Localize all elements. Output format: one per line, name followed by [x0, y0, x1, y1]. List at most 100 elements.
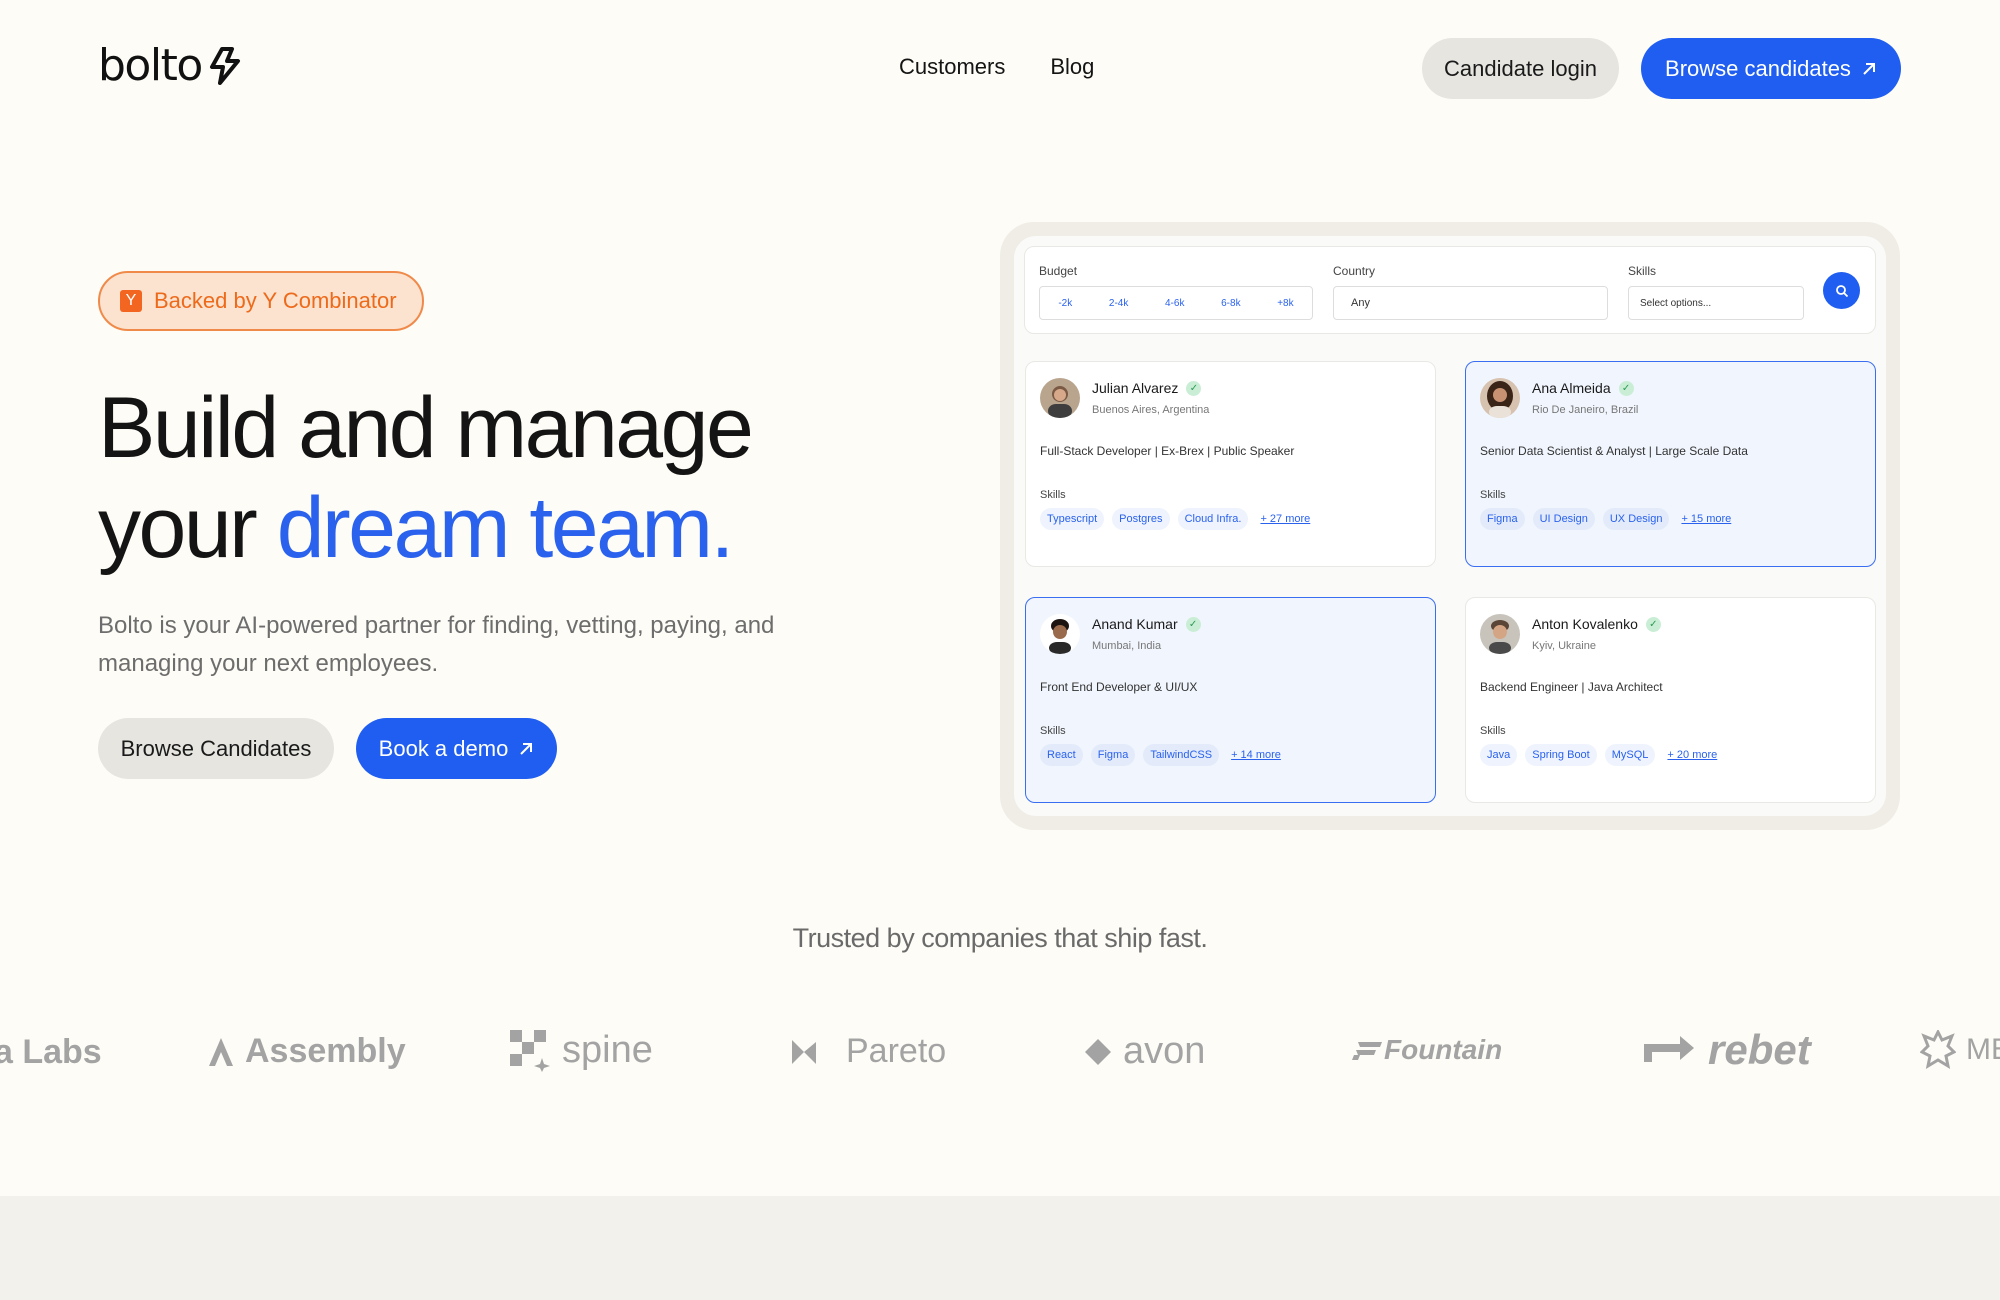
- pareto-logo-text: Pareto: [846, 1032, 947, 1070]
- verified-check-icon: ✓: [1618, 380, 1634, 396]
- candidate-name: Anton Kovalenko: [1532, 616, 1638, 632]
- nav-link-blog[interactable]: Blog: [1050, 54, 1094, 80]
- spine-logo: spine: [508, 1028, 653, 1072]
- more-skills-link[interactable]: + 20 more: [1667, 749, 1717, 761]
- logo-text: bolto: [98, 40, 203, 91]
- fountain-logo: Fountain: [1352, 1034, 1502, 1066]
- yc-badge: Y Backed by Y Combinator: [98, 271, 424, 331]
- headline-accent: dream team.: [276, 480, 735, 576]
- candidate-name: Anand Kumar: [1092, 616, 1178, 632]
- more-skills-link[interactable]: + 27 more: [1260, 513, 1310, 525]
- hero-subtext: Bolto is your AI-powered partner for fin…: [98, 612, 775, 677]
- customer-logos: a Labs Assembly spine Pareto avon Founta…: [0, 1018, 2000, 1088]
- arrow-up-right-icon: [1863, 62, 1875, 75]
- skills-heading: Skills: [1480, 725, 1506, 737]
- candidate-title: Full-Stack Developer | Ex-Brex | Public …: [1040, 444, 1295, 458]
- country-value: Any: [1351, 297, 1370, 309]
- book-demo-label: Book a demo: [378, 735, 509, 761]
- spine-icon: [510, 1030, 550, 1072]
- assembly-logo: Assembly: [207, 1032, 406, 1071]
- search-icon: [1835, 284, 1848, 297]
- labs-logo: a Labs: [0, 1033, 102, 1072]
- bolto-logo[interactable]: bolto: [98, 40, 242, 91]
- candidate-card[interactable]: Julian Alvarez ✓ Buenos Aires, Argentina …: [1025, 361, 1436, 567]
- candidate-title: Senior Data Scientist & Analyst | Large …: [1480, 444, 1748, 458]
- browse-candidates-label: Browse Candidates: [120, 735, 312, 761]
- fountain-logo-text: Fountain: [1384, 1034, 1503, 1065]
- candidate-name-row: Anand Kumar ✓: [1092, 616, 1201, 632]
- more-skills-link[interactable]: + 15 more: [1681, 513, 1731, 525]
- me-logo-text: ME: [1966, 1033, 2000, 1066]
- labs-logo-text: a Labs: [0, 1033, 102, 1071]
- budget-option[interactable]: 4-6k: [1165, 298, 1184, 309]
- lightning-bolt-icon: [209, 46, 240, 85]
- skill-chips: Typescript Postgres Cloud Infra. + 27 mo…: [1040, 508, 1310, 530]
- headline-line2-plain: your: [98, 480, 277, 576]
- assembly-icon: [209, 1037, 233, 1066]
- browse-candidates-nav-button[interactable]: Browse candidates: [1641, 38, 1901, 99]
- repeat-arrows-icon: [1644, 1036, 1694, 1062]
- next-section: [0, 1196, 2000, 1300]
- skill-chip: Spring Boot: [1525, 744, 1597, 766]
- skill-chips: Figma UI Design UX Design + 15 more: [1480, 508, 1731, 530]
- avon-logo-text: avon: [1123, 1030, 1206, 1072]
- assembly-logo-text: Assembly: [245, 1032, 406, 1070]
- candidate-login-button[interactable]: Candidate login: [1422, 38, 1619, 99]
- candidate-name-row: Anton Kovalenko ✓: [1532, 616, 1661, 632]
- y-combinator-icon: Y: [120, 290, 142, 312]
- budget-option[interactable]: 2-4k: [1109, 298, 1128, 309]
- pareto-logo: Pareto: [790, 1032, 946, 1071]
- budget-label: Budget: [1039, 264, 1078, 278]
- skill-chip: Figma: [1090, 744, 1136, 766]
- budget-option[interactable]: +8k: [1277, 298, 1293, 309]
- skill-chip: UI Design: [1532, 508, 1595, 530]
- candidate-name: Julian Alvarez: [1092, 380, 1179, 396]
- verified-check-icon: ✓: [1645, 616, 1661, 632]
- avatar: [1480, 378, 1520, 418]
- candidate-card[interactable]: Anand Kumar ✓ Mumbai, India Front End Dev…: [1025, 597, 1436, 803]
- search-button[interactable]: [1823, 272, 1860, 309]
- avatar: [1040, 378, 1080, 418]
- skill-chip: React: [1040, 744, 1083, 766]
- rebet-logo: rebet: [1640, 1026, 1811, 1074]
- candidate-location: Rio De Janeiro, Brazil: [1532, 404, 1639, 416]
- candidate-location: Kyiv, Ukraine: [1532, 640, 1596, 652]
- skills-heading: Skills: [1040, 725, 1066, 737]
- candidate-title: Backend Engineer | Java Architect: [1480, 680, 1663, 694]
- avatar: [1480, 614, 1520, 654]
- more-skills-link[interactable]: + 14 more: [1231, 749, 1281, 761]
- candidate-location: Buenos Aires, Argentina: [1092, 404, 1210, 416]
- budget-option[interactable]: 6-8k: [1221, 298, 1240, 309]
- skill-chip: TailwindCSS: [1143, 744, 1220, 766]
- browse-candidates-button[interactable]: Browse Candidates: [98, 718, 334, 779]
- skill-chip: Typescript: [1040, 508, 1105, 530]
- candidate-name-row: Ana Almeida ✓: [1532, 380, 1634, 396]
- skills-label: Skills: [1628, 264, 1657, 278]
- skill-chip: UX Design: [1602, 508, 1670, 530]
- rebet-logo-text: rebet: [1708, 1026, 1811, 1073]
- headline-line1: Build and manage: [98, 380, 754, 476]
- fountain-icon: [1352, 1042, 1382, 1060]
- country-select[interactable]: Any: [1333, 286, 1608, 320]
- skills-placeholder: Select options...: [1640, 297, 1712, 309]
- nav-link-customers[interactable]: Customers: [899, 54, 1005, 80]
- hero-headline: Build and manage your dream team.: [98, 378, 754, 578]
- candidate-title: Front End Developer & UI/UX: [1040, 680, 1198, 694]
- budget-selector[interactable]: -2k 2-4k 4-6k 6-8k +8k: [1039, 286, 1313, 320]
- yc-badge-text: Backed by Y Combinator: [154, 288, 397, 313]
- candidate-card[interactable]: Ana Almeida ✓ Rio De Janeiro, Brazil Seni…: [1465, 361, 1876, 567]
- skill-chip: Figma: [1480, 508, 1525, 530]
- verified-check-icon: ✓: [1185, 616, 1201, 632]
- emblem-icon: [1920, 1030, 1956, 1070]
- skill-chips: React Figma TailwindCSS + 14 more: [1040, 744, 1281, 766]
- candidate-login-label: Candidate login: [1444, 55, 1597, 81]
- book-demo-button[interactable]: Book a demo: [356, 718, 557, 779]
- skills-select[interactable]: Select options...: [1628, 286, 1804, 320]
- budget-option[interactable]: -2k: [1058, 298, 1072, 309]
- spine-logo-text: spine: [562, 1028, 653, 1071]
- diamond-icon: [1085, 1038, 1111, 1065]
- skill-chip: MySQL: [1604, 744, 1656, 766]
- candidate-card[interactable]: Anton Kovalenko ✓ Kyiv, Ukraine Backend E…: [1465, 597, 1876, 803]
- arrow-up-right-icon: [520, 742, 533, 755]
- skill-chip: Postgres: [1112, 508, 1170, 530]
